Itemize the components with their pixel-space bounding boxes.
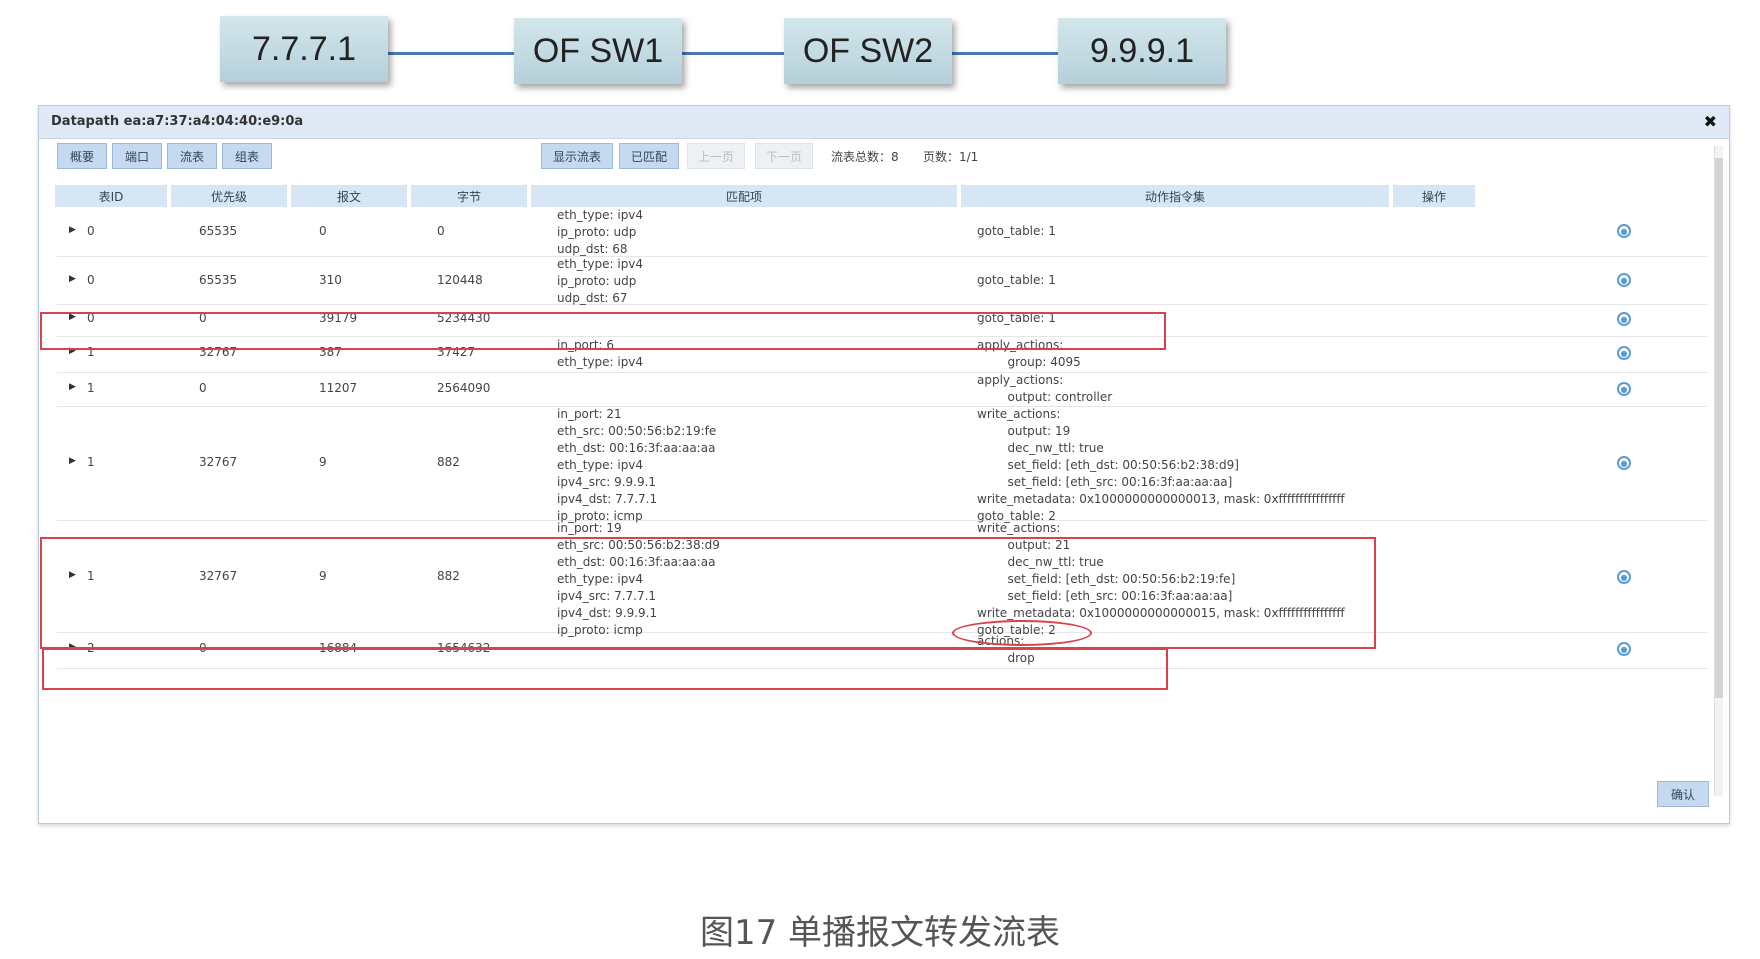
view-icon[interactable]: ● [1617, 346, 1631, 360]
flow-count: 流表总数：8 [831, 150, 899, 164]
cell-match: eth_type: ipv4 ip_proto: udp udp_dst: 67 [557, 257, 644, 305]
view-icon[interactable]: ● [1617, 642, 1631, 656]
expand-arrow-icon[interactable]: ▶ [69, 456, 76, 466]
scrollbar-thumb[interactable] [1715, 158, 1723, 698]
tab-group-tables[interactable]: 组表 [222, 143, 272, 169]
switch-node-sw2: OF SW2 [784, 18, 952, 84]
dialog-titlebar: Datapath ea:a7:37:a4:04:40:e9:0a ✖ [39, 106, 1729, 139]
cell-table-id: 0 [87, 224, 95, 238]
datapath-dialog: Datapath ea:a7:37:a4:04:40:e9:0a ✖ 概要 端口… [38, 105, 1730, 824]
cell-actions: apply_actions: output: controller [977, 373, 1113, 404]
show-flow-table-button[interactable]: 显示流表 [541, 143, 613, 169]
cell-packets: 11207 [319, 381, 358, 395]
cell-table-id: 0 [87, 273, 95, 287]
cell-match: eth_type: ipv4 ip_proto: udp udp_dst: 68 [557, 208, 644, 256]
view-icon[interactable]: ● [1617, 570, 1631, 584]
view-icon[interactable]: ● [1617, 456, 1631, 470]
cell-actions: goto_table: 1 [977, 273, 1056, 287]
cell-bytes: 2564090 [437, 381, 491, 395]
column-header-operation: 操作 [1393, 185, 1475, 207]
cell-table-id: 1 [87, 455, 95, 469]
page-indicator: 页数：1/1 [923, 150, 979, 164]
prev-page-button[interactable]: 上一页 [687, 143, 745, 169]
cell-table-id: 1 [87, 381, 95, 395]
dialog-title: Datapath ea:a7:37:a4:04:40:e9:0a [51, 114, 304, 129]
table-row: ▶ 1 32767 9 882 in_port: 21 eth_src: 00:… [57, 406, 1707, 523]
cell-bytes: 882 [437, 455, 460, 469]
cell-bytes: 120448 [437, 273, 483, 287]
cell-priority: 0 [199, 381, 207, 395]
cell-priority: 65535 [199, 224, 238, 238]
expand-arrow-icon[interactable]: ▶ [69, 274, 76, 284]
view-icon[interactable]: ● [1617, 312, 1631, 326]
view-icon[interactable]: ● [1617, 382, 1631, 396]
expand-arrow-icon[interactable]: ▶ [69, 382, 76, 392]
tab-flow-tables[interactable]: 流表 [167, 143, 217, 169]
highlight-box-table0-default [40, 312, 1166, 350]
cell-packets: 9 [319, 455, 327, 469]
link-2 [682, 52, 786, 55]
tab-overview[interactable]: 概要 [57, 143, 107, 169]
column-header-packets: 报文 [291, 185, 407, 207]
cell-bytes: 0 [437, 224, 445, 238]
confirm-button[interactable]: 确认 [1657, 781, 1709, 807]
column-header-match: 匹配项 [531, 185, 957, 207]
table-row: ▶ 0 65535 310 120448 eth_type: ipv4 ip_p… [57, 256, 1707, 305]
close-icon[interactable]: ✖ [1704, 112, 1717, 131]
highlight-box-table2-drop [42, 648, 1168, 690]
highlight-box-forward-rule [40, 537, 1376, 649]
table-row: ▶ 0 65535 0 0 eth_type: ipv4 ip_proto: u… [57, 207, 1707, 257]
host-node-7771: 7.7.7.1 [220, 16, 388, 82]
cell-priority: 65535 [199, 273, 238, 287]
cell-match: in_port: 21 eth_src: 00:50:56:b2:19:fe e… [557, 407, 717, 523]
cell-actions: goto_table: 1 [977, 224, 1056, 238]
tab-ports[interactable]: 端口 [112, 143, 162, 169]
column-header-bytes: 字节 [411, 185, 527, 207]
column-header-priority: 优先级 [171, 185, 287, 207]
next-page-button[interactable]: 下一页 [755, 143, 813, 169]
host-node-9991: 9.9.9.1 [1058, 18, 1226, 84]
view-icon[interactable]: ● [1617, 273, 1631, 287]
figure-caption: 图17 单播报文转发流表 [699, 913, 1061, 953]
column-header-table-id: 表ID [55, 185, 167, 207]
cell-packets: 0 [319, 224, 327, 238]
expand-arrow-icon[interactable]: ▶ [69, 225, 76, 235]
matched-button[interactable]: 已匹配 [619, 143, 679, 169]
cell-priority: 32767 [199, 455, 238, 469]
switch-node-sw1: OF SW1 [514, 18, 682, 84]
link-3 [952, 52, 1058, 55]
cell-packets: 310 [319, 273, 342, 287]
column-header-actions: 动作指令集 [961, 185, 1389, 207]
highlight-ellipse-goto-table [952, 620, 1092, 646]
cell-actions: write_actions: output: 19 dec_nw_ttl: tr… [977, 407, 1345, 523]
link-1 [388, 52, 516, 55]
scrollbar[interactable] [1714, 146, 1723, 796]
table-row: ▶ 1 0 11207 2564090 apply_actions: outpu… [57, 372, 1707, 407]
view-icon[interactable]: ● [1617, 224, 1631, 238]
